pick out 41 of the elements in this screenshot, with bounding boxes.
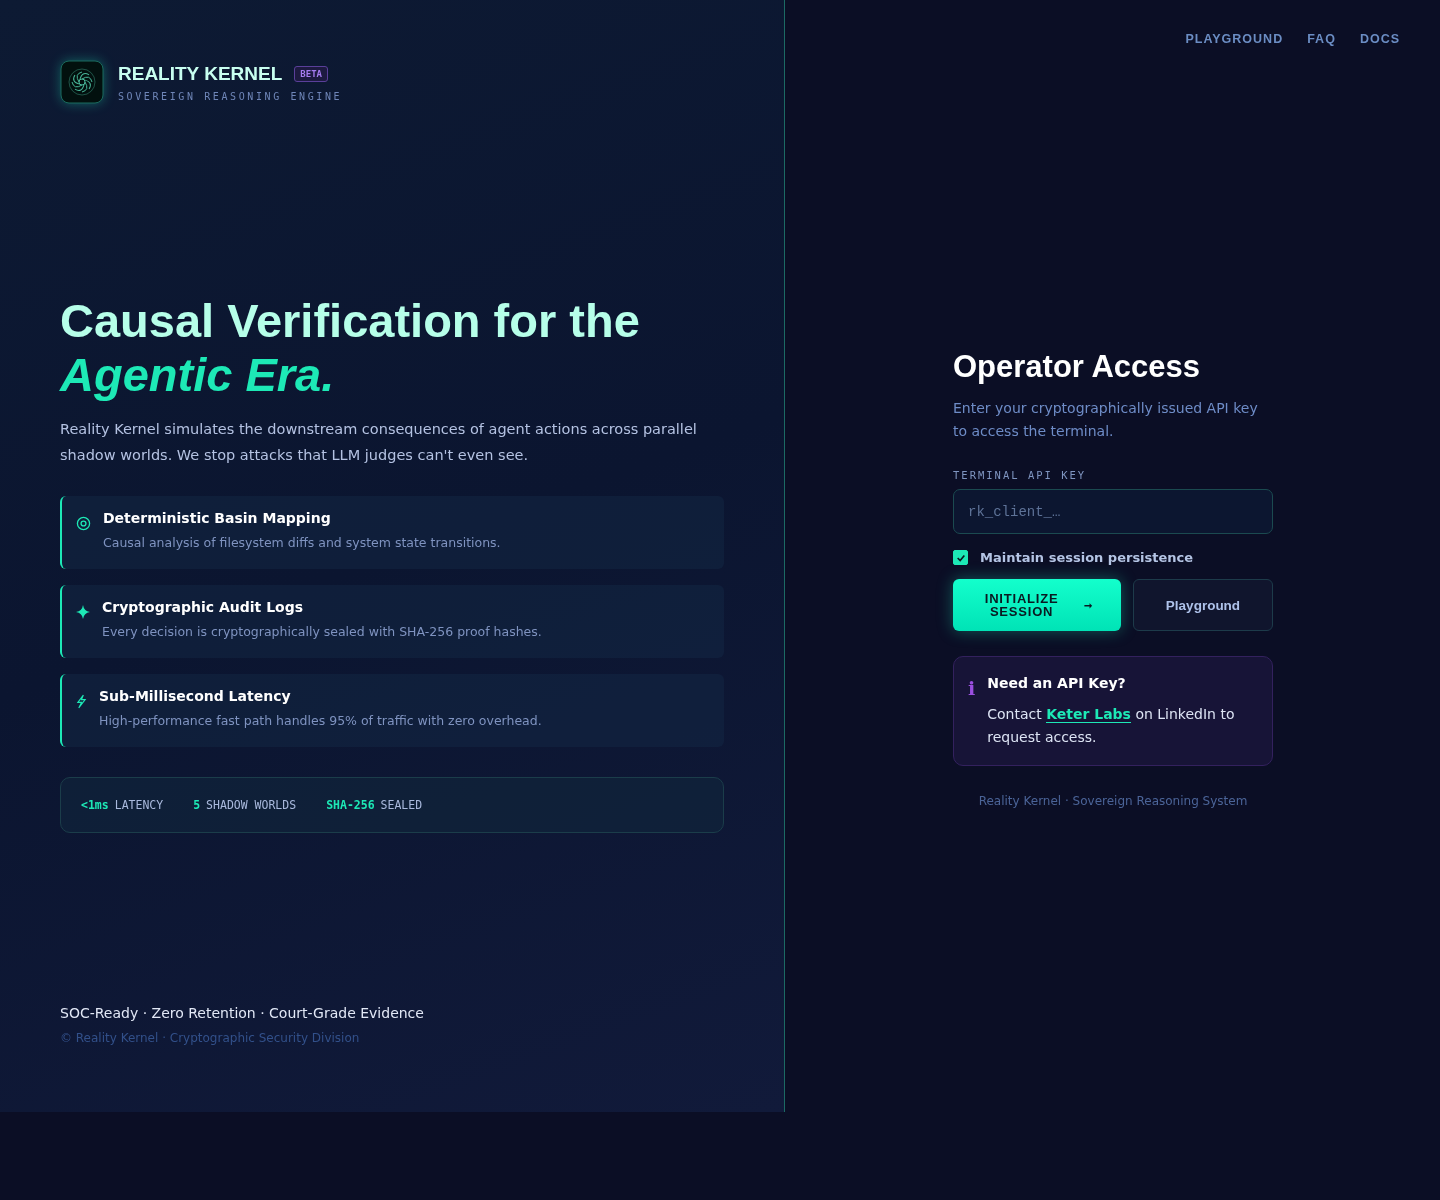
keter-labs-link[interactable]: Keter Labs — [1046, 706, 1131, 723]
feature-title: Sub-Millisecond Latency — [99, 688, 292, 704]
checkmark-icon — [955, 552, 966, 563]
footer-note: Reality Kernel · Sovereign Reasoning System — [978, 794, 1248, 808]
copyright-text: © Reality Kernel · Cryptographic Security Division — [60, 1031, 361, 1045]
spiral-logo-icon — [60, 60, 104, 104]
stat-value: SHA-256 — [326, 798, 375, 812]
feature-description: High-performance fast path handles 95% of traffic with zero overhead. — [99, 713, 542, 728]
stat-label: LATENCY — [114, 798, 164, 812]
stat-value: 5 — [193, 798, 201, 812]
stat-value: <1ms — [81, 798, 109, 812]
feature-description: Causal analysis of filesystem diffs and system state transitions. — [103, 535, 501, 550]
field-label: TERMINAL API KEY — [953, 469, 1088, 481]
info-text: Contact Keter Labs on LinkedIn to request access. — [987, 705, 1236, 747]
brand-subtitle: SOVEREIGN REASONING ENGINE — [118, 90, 343, 102]
feature-title: Deterministic Basin Mapping — [103, 510, 332, 526]
playground-button[interactable]: Playground — [1133, 579, 1273, 631]
checkbox[interactable] — [953, 550, 968, 565]
hero-title: Causal Verification for the — [60, 294, 641, 348]
initialize-session-button[interactable]: INITIALIZE SESSION ➞ — [953, 579, 1121, 631]
checkbox-label: Maintain session persistence — [980, 550, 1194, 565]
target-icon — [76, 516, 91, 531]
nav-link[interactable]: FAQ — [1307, 32, 1336, 46]
info-title: Need an API Key? — [987, 675, 1127, 691]
login-title: Operator Access — [953, 349, 1201, 385]
api-key-field[interactable]: rk_client_… — [953, 489, 1273, 534]
beta-badge: BETA — [294, 65, 329, 82]
info-icon: i — [968, 677, 976, 749]
lightning-icon — [76, 694, 87, 709]
stat-label: SEALED — [380, 798, 423, 812]
hero-description: Reality Kernel simulates the downstream consequences of agent actions across parallel shadow worlds. We stop attacks that LLM judges can't even see. — [60, 420, 698, 465]
nav-link[interactable]: PLAYGROUND — [1185, 32, 1284, 46]
brand-title: REALITY KERNEL — [118, 62, 283, 85]
tagline: SOC-Ready · Zero Retention · Court-Grade Evidence — [60, 1005, 425, 1021]
stat-label: SHADOW WORLDS — [206, 798, 297, 812]
feature-title: Cryptographic Audit Logs — [102, 599, 305, 615]
feature-description: Every decision is cryptographically sealed with SHA-256 proof hashes. — [102, 624, 542, 639]
hero-title-accent: Agentic Era. — [60, 348, 336, 402]
login-description: Enter your cryptographically issued API key to access the terminal. — [953, 399, 1259, 441]
nav-link[interactable]: DOCS — [1359, 32, 1400, 46]
sparkle-icon — [76, 605, 90, 619]
